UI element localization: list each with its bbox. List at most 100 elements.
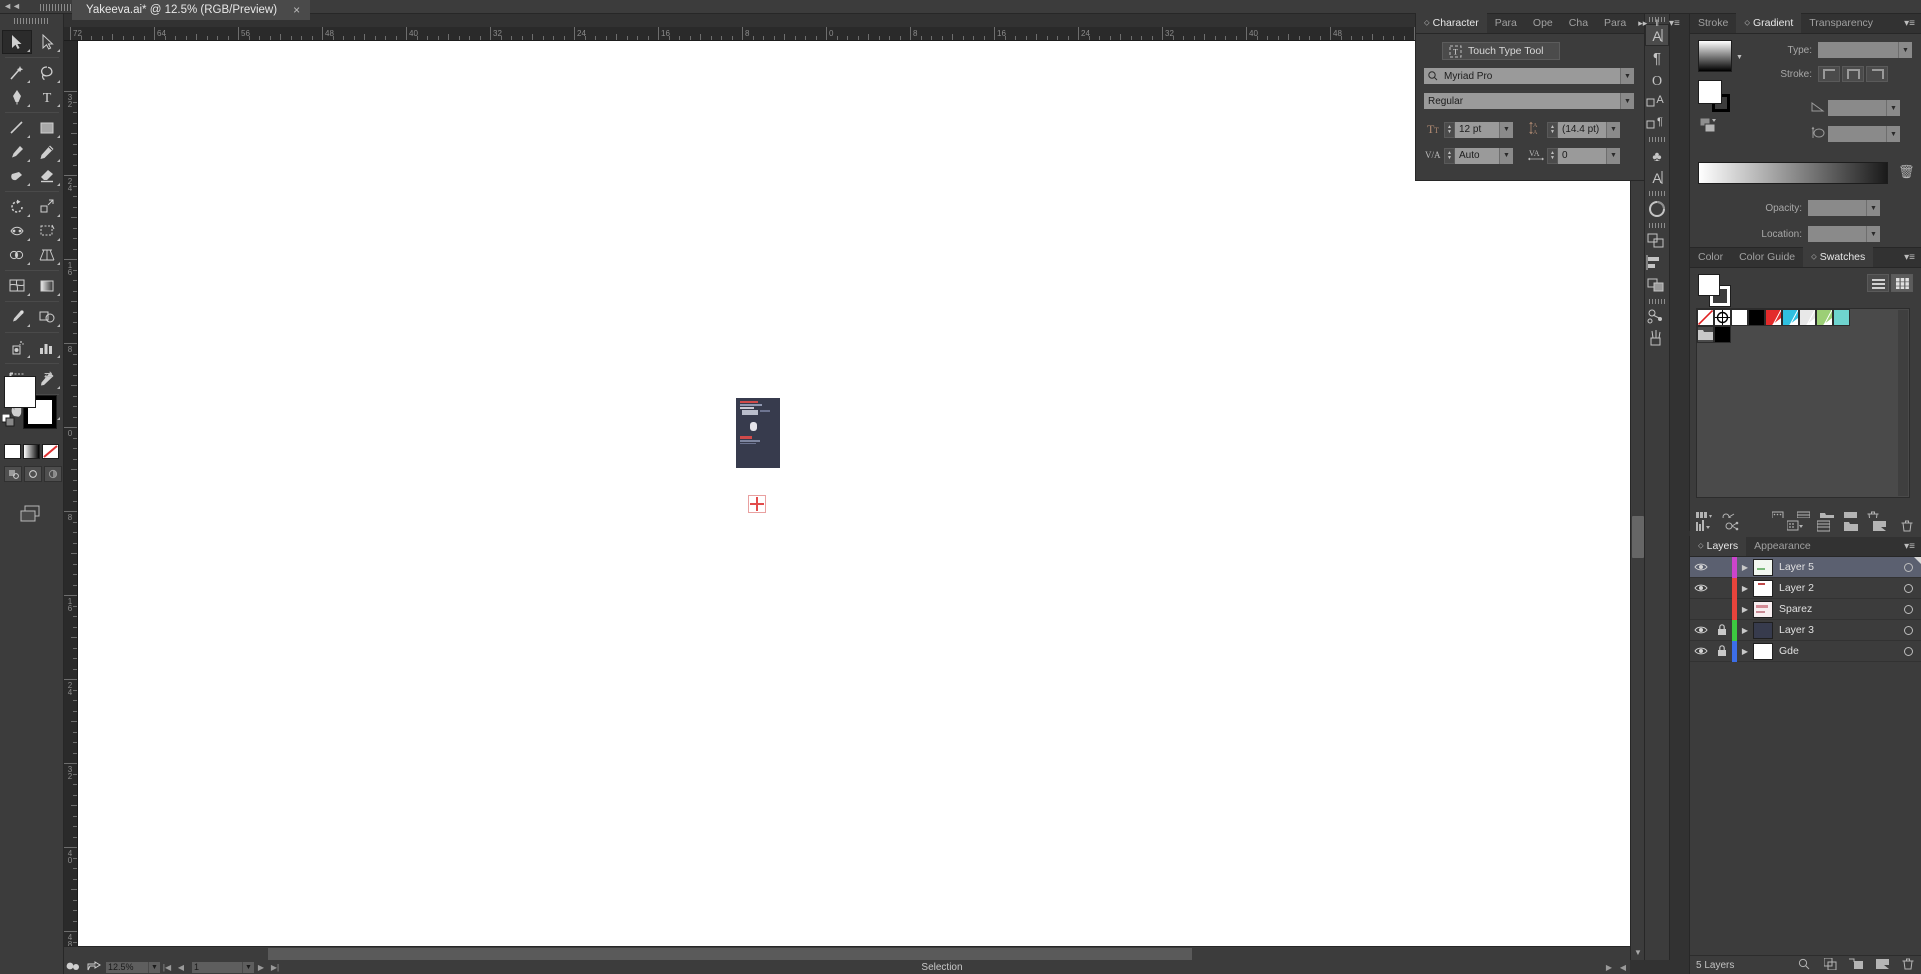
expand-layer-icon[interactable]: ▶ [1737,605,1753,614]
locate-object-icon[interactable] [1791,958,1817,973]
column-graph-tool[interactable] [32,336,62,360]
delete-gradient-stop-icon[interactable]: 🗑 [1898,164,1915,180]
mesh-tool[interactable] [2,274,32,298]
eraser-tool[interactable] [32,164,62,188]
paragraph-panel-icon[interactable]: ¶ [1645,46,1669,68]
font-family-dropdown-icon[interactable]: ▼ [1620,68,1634,84]
white-gradient-swatch[interactable] [1799,309,1816,326]
visibility-eye-icon[interactable] [1690,562,1711,572]
gradient-angle-dropdown-icon[interactable]: ▼ [1886,100,1900,116]
blend-tool[interactable] [32,305,62,329]
previous-artboard-icon[interactable]: ◀ [174,963,188,972]
first-artboard-icon[interactable]: |◀ [160,963,174,972]
layer-name[interactable]: Layer 3 [1779,624,1895,636]
artboard[interactable] [736,398,780,468]
dock-group-grip[interactable] [1649,299,1665,304]
new-layer-icon[interactable] [1865,520,1893,535]
tracking-dropdown-icon[interactable]: ▼ [1606,147,1620,164]
screen-mode-icon[interactable] [18,504,46,524]
stroke-gradient-along-icon[interactable] [1842,66,1864,82]
color-button[interactable] [4,444,21,459]
zoom-level-field[interactable]: 12.5% [106,961,148,973]
create-new-layer-icon[interactable] [1869,958,1895,973]
paintbrush-tool[interactable] [2,140,32,164]
leading-dropdown-icon[interactable]: ▼ [1606,121,1620,138]
next-artboard-icon[interactable]: ▶ [254,963,268,972]
scroll-down-icon[interactable]: ▼ [1633,948,1643,958]
expand-layer-icon[interactable]: ▶ [1737,626,1753,635]
gradient-type-field[interactable] [1818,42,1898,58]
rectangle-tool[interactable] [32,116,62,140]
artboard-tools-icon[interactable] [64,961,84,974]
gradient-angle-field[interactable] [1828,100,1886,116]
lasso-tool[interactable] [32,61,62,85]
tab-color[interactable]: Color [1690,247,1731,267]
font-style-field[interactable]: Regular [1424,93,1620,109]
tab-color-guide[interactable]: Color Guide [1731,247,1803,267]
glyphs-panel-icon[interactable]: A [1645,166,1669,188]
character-styles-panel-icon[interactable]: A [1645,90,1669,112]
artboard-dropdown-icon[interactable]: ▼ [242,961,254,973]
tab-ope[interactable]: Ope [1525,13,1561,33]
layer-target-indicator[interactable] [1895,625,1921,635]
horizontal-ruler[interactable]: 72645648403224168081624324048566472 [64,27,1630,41]
kerning-stepper[interactable]: ▲ ▼ [1444,147,1455,164]
layer-row[interactable]: ▶ Gde [1690,640,1921,662]
gradient-type-dropdown-icon[interactable]: ▼ [1898,42,1912,58]
kerning-dropdown-icon[interactable]: ▼ [1499,147,1513,164]
artboard-navigation[interactable]: 1 ▼ [188,960,254,974]
panel-menu-icon[interactable]: ▾≡ [1898,13,1921,33]
color-group-folder[interactable] [1697,326,1714,343]
swatches-list[interactable] [1696,308,1910,498]
tab-layers[interactable]: ⬦ Layers [1690,536,1747,556]
layer-name[interactable]: Layer 5 [1779,561,1895,573]
tab-character[interactable]: ⬦ Character [1416,13,1487,33]
last-artboard-icon[interactable]: ▶| [268,963,282,972]
symbols-panel-icon[interactable]: ♣ [1645,144,1669,166]
fill-swatch[interactable] [4,376,36,408]
layer-row[interactable]: ▶ Layer 2 [1690,577,1921,599]
status-collapse-icon[interactable]: ◀ [1616,963,1630,972]
gradient-presets-icon[interactable]: ▼ [1736,54,1743,61]
share-icon[interactable] [84,960,104,974]
gradient-preview-swatch[interactable] [1698,40,1732,72]
links-panel-icon[interactable] [1645,306,1669,328]
layer-name[interactable]: Layer 2 [1779,582,1895,594]
visibility-eye-icon[interactable] [1690,625,1711,635]
expand-panel-icon[interactable]: ▸▸ [1634,13,1651,33]
free-transform-tool[interactable] [32,219,62,243]
lock-icon[interactable] [1711,645,1732,657]
collect-in-new-layer-icon[interactable] [1781,520,1809,535]
registration-swatch[interactable] [1714,309,1731,326]
tracking-field[interactable]: 0 [1558,147,1606,164]
transform-panel-icon[interactable] [1645,230,1669,252]
release-to-layers-icon[interactable] [1718,520,1746,535]
delete-layer-icon[interactable] [1893,520,1921,535]
swatches-fill-swatch[interactable] [1698,274,1720,296]
none-button[interactable] [42,444,59,459]
fill-stroke-toggle-icon[interactable] [1699,117,1722,137]
font-size-field[interactable]: 12 pt [1455,121,1499,138]
tab-para[interactable]: Para [1596,13,1634,33]
tab-transparency[interactable]: Transparency [1801,13,1881,33]
gradient-location-dropdown-icon[interactable]: ▼ [1866,226,1880,242]
tracking-stepper[interactable]: ▲ ▼ [1547,147,1558,164]
direct-selection-tool[interactable] [32,30,62,54]
stroke-gradient-within-icon[interactable] [1818,66,1840,82]
cyan-gradient-swatch[interactable] [1782,309,1799,326]
blob-brush-tool[interactable] [2,164,32,188]
gradient-button[interactable] [23,444,40,459]
gradient-tool[interactable] [32,274,62,298]
draw-normal-icon[interactable] [4,466,22,482]
panel-menu-icon[interactable]: ▾≡ [1663,13,1686,33]
canvas-horizontal-scrollbar[interactable] [64,946,1630,960]
black-swatch[interactable] [1748,309,1765,326]
create-new-sublayer-icon[interactable] [1843,958,1869,973]
font-size-stepper[interactable]: ▲ ▼ [1444,121,1455,138]
pen-tool[interactable] [2,85,32,109]
gradient-opacity-field[interactable] [1808,200,1866,216]
font-family-field[interactable]: Myriad Pro [1424,68,1620,84]
draw-inside-icon[interactable] [44,466,62,482]
collapse-panels-icon[interactable]: ◄◄ [3,1,21,12]
vertical-scroll-thumb[interactable] [1632,516,1644,558]
